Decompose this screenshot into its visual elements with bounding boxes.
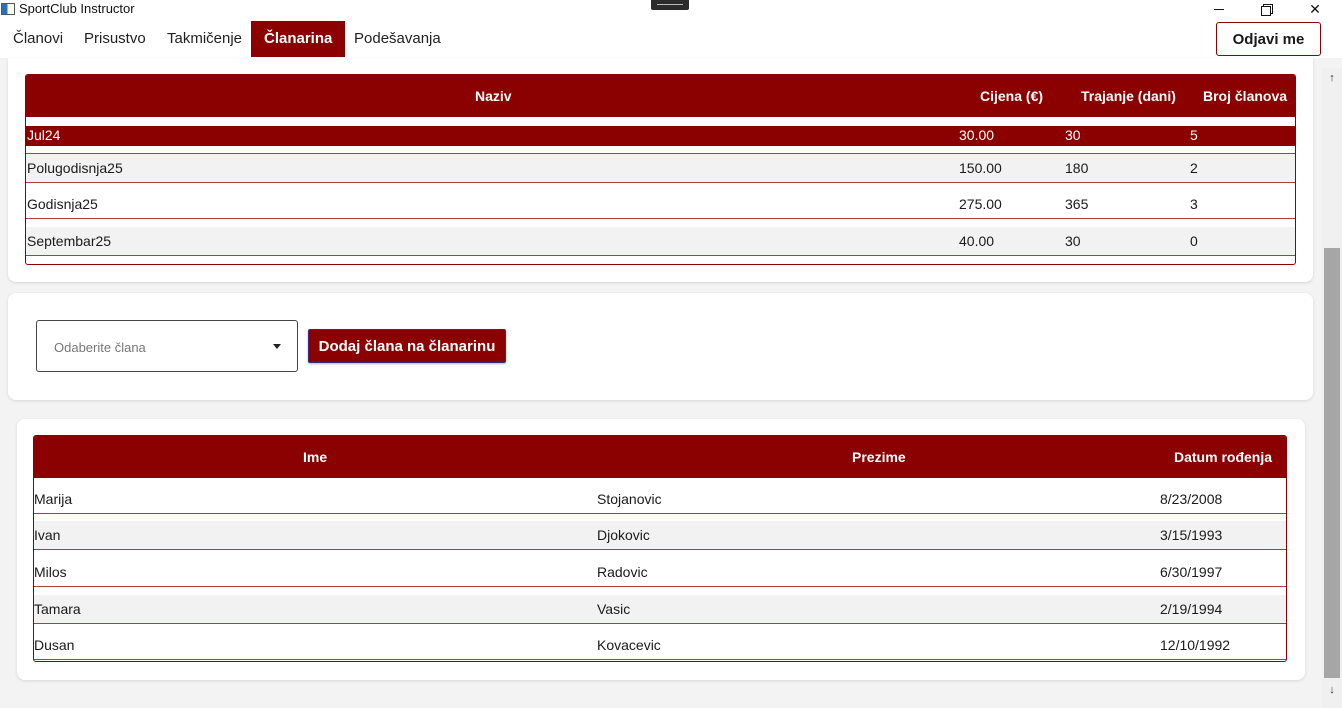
cell-cijena: 40.00 bbox=[959, 233, 995, 249]
scroll-down-icon[interactable]: ↓ bbox=[1322, 682, 1342, 698]
cell-ime: Marija bbox=[34, 491, 73, 507]
table-row[interactable]: Dusan Kovacevic 12/10/1992 bbox=[34, 631, 1286, 660]
tab-clanovi[interactable]: Članovi bbox=[0, 21, 76, 57]
tab-prisustvo[interactable]: Prisustvo bbox=[71, 21, 159, 57]
memberships-card: Naziv Cijena (€) Trajanje (dani) Broj čl… bbox=[8, 58, 1313, 282]
cell-prezime: Radovic bbox=[597, 564, 648, 580]
column-header-cijena[interactable]: Cijena (€) bbox=[980, 75, 1043, 117]
member-select[interactable]: Odaberite člana bbox=[36, 320, 298, 372]
cell-trajanje: 30 bbox=[1065, 127, 1081, 143]
cell-trajanje: 180 bbox=[1065, 160, 1089, 176]
app-window: SportClub Instructor ✕ Članovi Prisustvo… bbox=[0, 0, 1342, 708]
cell-cijena: 30.00 bbox=[959, 127, 995, 143]
cell-trajanje: 30 bbox=[1065, 233, 1081, 249]
table-row[interactable]: Polugodisnja25 150.00 180 2 bbox=[26, 154, 1295, 183]
close-icon: ✕ bbox=[1309, 0, 1321, 17]
cell-naziv: Polugodisnja25 bbox=[27, 160, 123, 176]
restore-button[interactable] bbox=[1243, 0, 1289, 18]
memberships-table-header: Naziv Cijena (€) Trajanje (dani) Broj čl… bbox=[26, 75, 1295, 117]
cell-naziv: Godisnja25 bbox=[27, 196, 98, 212]
table-row[interactable]: Marija Stojanovic 8/23/2008 bbox=[34, 485, 1286, 514]
memberships-table: Naziv Cijena (€) Trajanje (dani) Broj čl… bbox=[25, 74, 1296, 265]
cell-prezime: Djokovic bbox=[597, 527, 650, 543]
vertical-scrollbar[interactable]: ↑ ↓ bbox=[1322, 68, 1342, 708]
cell-prezime: Vasic bbox=[597, 601, 631, 617]
column-header-datum-rodjenja[interactable]: Datum rođenja bbox=[1174, 436, 1272, 478]
member-select-placeholder: Odaberite člana bbox=[54, 340, 146, 355]
cell-ime: Tamara bbox=[34, 601, 81, 617]
cell-broj-clanova: 0 bbox=[1190, 233, 1198, 249]
table-row[interactable]: Tamara Vasic 2/19/1994 bbox=[34, 595, 1286, 624]
cell-prezime: Kovacevic bbox=[597, 637, 661, 653]
chevron-down-icon bbox=[273, 344, 281, 349]
title-bar: SportClub Instructor ✕ bbox=[0, 0, 1342, 18]
members-card: Ime Prezime Datum rođenja Marija Stojano… bbox=[17, 419, 1305, 680]
add-member-button[interactable]: Dodaj člana na članarinu bbox=[308, 329, 506, 363]
app-icon bbox=[1, 3, 15, 15]
cell-ime: Dusan bbox=[34, 637, 75, 653]
cell-datum-rodjenja: 6/30/1997 bbox=[1160, 564, 1223, 580]
cell-broj-clanova: 3 bbox=[1190, 196, 1198, 212]
cell-datum-rodjenja: 12/10/1992 bbox=[1160, 637, 1231, 653]
column-header-trajanje[interactable]: Trajanje (dani) bbox=[1081, 75, 1176, 117]
cell-cijena: 150.00 bbox=[959, 160, 1002, 176]
tab-clanarina[interactable]: Članarina bbox=[251, 21, 346, 57]
cell-datum-rodjenja: 3/15/1993 bbox=[1160, 527, 1223, 543]
column-header-broj-clanova[interactable]: Broj članova bbox=[1203, 75, 1287, 117]
column-header-prezime[interactable]: Prezime bbox=[852, 436, 906, 478]
cell-ime: Ivan bbox=[34, 527, 61, 543]
cell-datum-rodjenja: 8/23/2008 bbox=[1160, 491, 1223, 507]
minimize-button[interactable] bbox=[1196, 0, 1242, 18]
tab-takmicenje[interactable]: Takmičenje bbox=[154, 21, 255, 57]
scroll-up-icon[interactable]: ↑ bbox=[1322, 70, 1342, 86]
cell-ime: Milos bbox=[34, 564, 67, 580]
cell-naziv: Septembar25 bbox=[27, 233, 112, 249]
column-header-ime[interactable]: Ime bbox=[303, 436, 327, 478]
cell-broj-clanova: 2 bbox=[1190, 160, 1198, 176]
column-header-naziv[interactable]: Naziv bbox=[475, 75, 512, 117]
table-row[interactable]: Jul24 30.00 30 5 bbox=[26, 126, 1295, 146]
scrollbar-thumb[interactable] bbox=[1324, 248, 1340, 678]
title-grip-icon[interactable] bbox=[651, 0, 689, 10]
cell-datum-rodjenja: 2/19/1994 bbox=[1160, 601, 1223, 617]
table-row[interactable]: Septembar25 40.00 30 0 bbox=[26, 227, 1295, 256]
close-button[interactable]: ✕ bbox=[1292, 0, 1338, 18]
cell-broj-clanova: 5 bbox=[1190, 127, 1198, 143]
main-nav: Članovi Prisustvo Takmičenje Članarina P… bbox=[0, 18, 1342, 58]
tab-podesavanja[interactable]: Podešavanja bbox=[341, 21, 454, 57]
cell-prezime: Stojanovic bbox=[597, 491, 662, 507]
table-row[interactable]: Milos Radovic 6/30/1997 bbox=[34, 558, 1286, 587]
logout-button[interactable]: Odjavi me bbox=[1216, 22, 1321, 56]
restore-icon bbox=[1261, 4, 1273, 16]
minimize-icon bbox=[1214, 8, 1224, 10]
members-table-header: Ime Prezime Datum rođenja bbox=[34, 436, 1286, 478]
cell-naziv: Jul24 bbox=[27, 127, 61, 143]
table-row[interactable]: Godisnja25 275.00 365 3 bbox=[26, 190, 1295, 219]
members-table: Ime Prezime Datum rođenja Marija Stojano… bbox=[33, 435, 1287, 662]
window-title: SportClub Instructor bbox=[19, 1, 135, 16]
table-row[interactable]: Ivan Djokovic 3/15/1993 bbox=[34, 521, 1286, 550]
cell-cijena: 275.00 bbox=[959, 196, 1002, 212]
cell-trajanje: 365 bbox=[1065, 196, 1089, 212]
add-member-card: Odaberite člana Dodaj člana na članarinu bbox=[8, 293, 1313, 400]
